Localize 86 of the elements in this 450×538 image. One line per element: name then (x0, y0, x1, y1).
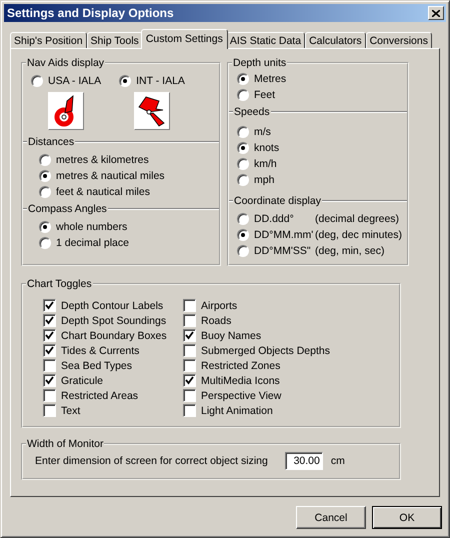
window-title: Settings and Display Options (7, 6, 174, 20)
checkbox-option[interactable]: Roads (183, 313, 399, 328)
radio-button[interactable] (237, 244, 249, 256)
radio-button[interactable] (119, 74, 132, 86)
radio-option[interactable]: metres & kilometres (39, 152, 219, 167)
radio-option[interactable]: DD°MM'SS" (deg, min, sec) (237, 243, 407, 258)
checkbox-option[interactable]: MultiMedia Icons (183, 373, 399, 388)
prompt-text: Enter dimension of screen for correct object sizing (35, 455, 268, 467)
radio-button[interactable] (237, 88, 249, 100)
radio-button[interactable] (39, 154, 51, 166)
radio-button[interactable] (237, 174, 249, 186)
radio-button[interactable] (237, 142, 249, 154)
checkbox-option[interactable]: Tides & Currents (43, 343, 183, 358)
checkbox[interactable] (183, 329, 196, 342)
radio-option[interactable]: Metres (237, 71, 407, 86)
dialog-button[interactable]: OK (372, 506, 442, 529)
checkbox[interactable] (183, 389, 196, 402)
radio-option[interactable]: m/s (237, 124, 407, 139)
checkbox[interactable] (183, 344, 196, 357)
radio-option[interactable]: INT - IALA (119, 73, 185, 88)
tab[interactable]: Custom Settings (140, 29, 228, 49)
radio-button[interactable] (39, 236, 51, 248)
checkbox-option[interactable]: Depth Spot Soundings (43, 313, 183, 328)
radio-option[interactable]: Feet (237, 87, 407, 102)
dialog-button[interactable]: Cancel (296, 506, 366, 529)
radio-option[interactable]: knots (237, 140, 407, 155)
section-title: Compass Angles (27, 203, 108, 215)
section-title: Coordinate display (233, 195, 322, 207)
input-field[interactable]: 30.00 (284, 452, 323, 470)
checkbox[interactable] (183, 374, 196, 387)
radio-button[interactable] (237, 72, 249, 84)
group-title: Nav Aids display (26, 57, 106, 69)
checkbox-option[interactable]: Graticule (43, 373, 183, 388)
tab[interactable]: AIS Static Data (226, 32, 306, 48)
checkbox[interactable] (43, 404, 56, 417)
radio-option[interactable]: USA - IALA (31, 73, 102, 88)
radio-button[interactable] (39, 170, 51, 182)
checkbox[interactable] (43, 359, 56, 372)
tab[interactable]: Calculators (305, 32, 366, 48)
radio-option[interactable]: DD°MM.mm' (deg, dec minutes) (237, 227, 407, 242)
checkbox-option[interactable]: Light Animation (183, 403, 399, 418)
section-title: Speeds (233, 106, 271, 118)
checkbox-option[interactable]: Buoy Names (183, 328, 399, 343)
checkbox[interactable] (43, 314, 56, 327)
checkbox-option[interactable]: Restricted Areas (43, 388, 183, 403)
checkbox-option[interactable]: Airports (183, 298, 399, 313)
checkbox-option[interactable]: Text (43, 403, 183, 418)
checkbox[interactable] (43, 344, 56, 357)
checkbox[interactable] (43, 329, 56, 342)
checkbox-option[interactable]: Chart Boundary Boxes (43, 328, 183, 343)
radio-option[interactable]: km/h (237, 156, 407, 171)
close-icon (432, 10, 440, 16)
radio-button[interactable] (39, 186, 51, 198)
section-title: Distances (27, 136, 76, 148)
radio-button[interactable] (39, 220, 51, 232)
tab[interactable]: Conversions (366, 32, 432, 48)
checkbox-option[interactable]: Submerged Objects Depths (183, 343, 399, 358)
checkbox[interactable] (43, 299, 56, 312)
close-button[interactable] (428, 6, 444, 20)
checkbox[interactable] (183, 359, 196, 372)
radio-option[interactable]: DD.ddd° (decimal degrees) (237, 211, 407, 226)
radio-button[interactable] (237, 158, 249, 170)
checkbox-option[interactable]: Depth Contour Labels (43, 298, 183, 313)
checkbox-option[interactable]: Perspective View (183, 388, 399, 403)
checkbox[interactable] (43, 389, 56, 402)
tab[interactable]: Ship's Position (10, 32, 87, 48)
checkbox[interactable] (183, 404, 196, 417)
checkbox-option[interactable]: Restricted Zones (183, 358, 399, 373)
group-title: Chart Toggles (26, 278, 93, 290)
radio-button[interactable] (31, 74, 43, 86)
unit-label: cm (330, 455, 345, 467)
radio-option[interactable]: feet & nautical miles (39, 184, 219, 199)
group-title: Depth units (232, 57, 288, 69)
checkbox[interactable] (183, 314, 196, 327)
checkbox[interactable] (43, 374, 56, 387)
radio-option[interactable]: mph (237, 172, 407, 187)
radio-button[interactable] (237, 126, 249, 138)
checkbox-option[interactable]: Sea Bed Types (43, 358, 183, 373)
checkbox[interactable] (183, 299, 196, 312)
tab[interactable]: Ship Tools (86, 32, 143, 48)
group-title: Width of Monitor (26, 438, 104, 450)
radio-option[interactable]: metres & nautical miles (39, 168, 219, 183)
radio-option[interactable]: 1 decimal place (39, 235, 219, 250)
radio-option[interactable]: whole numbers (39, 219, 219, 234)
radio-button[interactable] (237, 228, 249, 240)
radio-button[interactable] (237, 212, 249, 224)
